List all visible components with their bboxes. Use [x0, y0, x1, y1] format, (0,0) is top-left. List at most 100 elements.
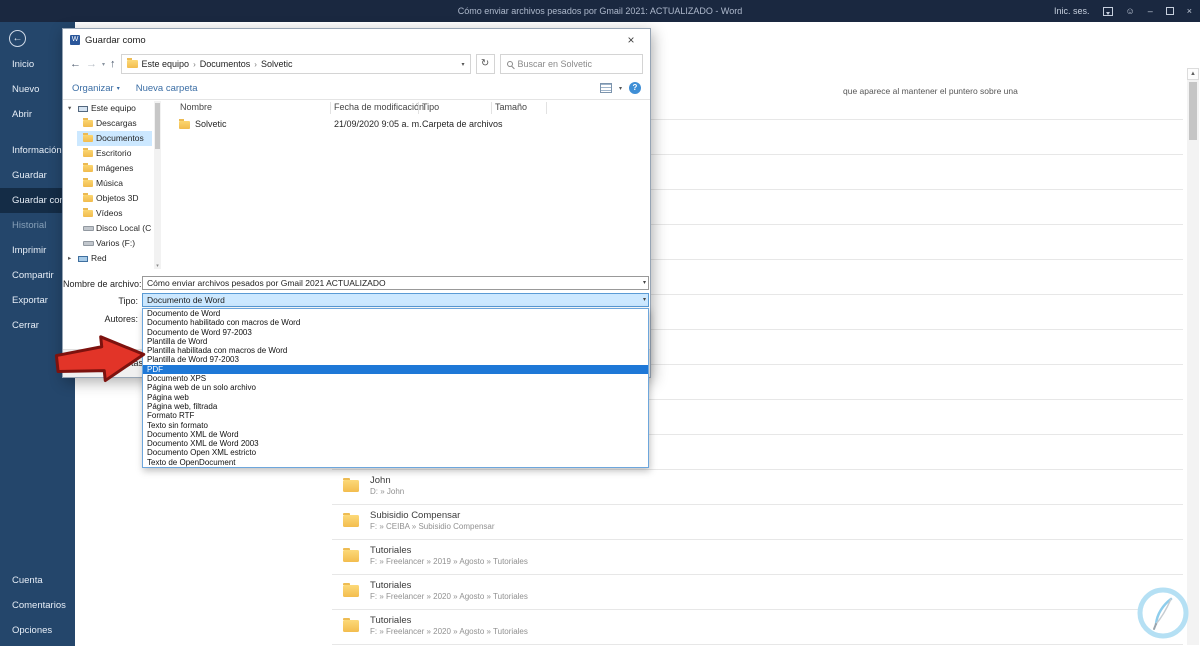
recent-folder-row[interactable]: Tutoriales F: » Freelancer » 2020 » Agost… — [332, 575, 1183, 610]
recent-folder-row[interactable]: Tutoriales F: » Freelancer » 2019 » Agost… — [332, 540, 1183, 575]
filetype-option-documento-de-word[interactable]: Documento de Word — [143, 309, 648, 318]
nav-forward-icon[interactable]: → — [86, 58, 97, 70]
word-backstage-screen: Cómo enviar archivos pesados por Gmail 2… — [0, 0, 1200, 646]
recent-folder-row[interactable]: Tutoriales F: » Freelancer » 2020 » Agost… — [332, 610, 1183, 645]
filetype-option-texto-de-opendocument[interactable]: Texto de OpenDocument — [143, 458, 648, 467]
tree-item-objetos-3d[interactable]: Objetos 3D — [65, 191, 152, 206]
filename-combo-chevron-icon[interactable]: ▾ — [643, 277, 646, 289]
sidebar-item-cuenta[interactable]: Cuenta — [0, 568, 75, 593]
filetype-option-pagina-web-filtrada[interactable]: Página web, filtrada — [143, 402, 648, 411]
filetype-option-pagina-web-de-un-solo-archivo[interactable]: Página web de un solo archivo — [143, 383, 648, 392]
view-mode-chevron-icon[interactable]: ▾ — [619, 85, 622, 92]
folder-icon — [83, 147, 93, 157]
filetype-option-pdf[interactable]: PDF — [143, 364, 648, 375]
breadcrumb-solvetic[interactable]: Solvetic — [261, 59, 293, 69]
tree-item-musica[interactable]: Música — [65, 176, 152, 191]
column-header-nombre[interactable]: Nombre — [180, 102, 212, 112]
tree-item-documentos[interactable]: Documentos — [65, 131, 152, 146]
filetype-option-formato-rtf[interactable]: Formato RTF — [143, 411, 648, 420]
folder-icon — [343, 547, 359, 562]
column-header-tamano[interactable]: Tamaño — [495, 102, 527, 112]
filetype-option-plantilla-de-word[interactable]: Plantilla de Word — [143, 337, 648, 346]
column-header-tipo[interactable]: Tipo — [422, 102, 439, 112]
view-mode-icon[interactable] — [599, 83, 612, 93]
recent-folder-name: Tutoriales — [370, 615, 412, 626]
recent-locations-chevron-icon[interactable]: ▾ — [102, 61, 105, 68]
folder-icon — [83, 192, 93, 202]
filename-input[interactable]: Cómo enviar archivos pesados por Gmail 2… — [142, 276, 649, 290]
scroll-up-icon[interactable]: ▲ — [1187, 68, 1199, 80]
filetype-option-documento-de-word-97-2003[interactable]: Documento de Word 97-2003 — [143, 328, 648, 337]
dialog-title: Guardar como — [85, 34, 146, 46]
minimize-icon[interactable]: – — [1148, 0, 1153, 22]
tree-item-imagenes[interactable]: Imágenes — [65, 161, 152, 176]
filetype-option-plantilla-de-word-97-2003[interactable]: Plantilla de Word 97-2003 — [143, 355, 648, 364]
filetype-option-plantilla-habilitada-con-macros-de-word[interactable]: Plantilla habilitada con macros de Word — [143, 346, 648, 355]
sidebar-item-opciones[interactable]: Opciones — [0, 618, 75, 643]
filetype-option-documento-xml-de-word-2003[interactable]: Documento XML de Word 2003 — [143, 439, 648, 448]
tree-scroll-down-icon[interactable]: ▾ — [154, 263, 161, 269]
folder-tree: ▾ Este equipo Descargas Documentos Escritori… — [65, 101, 152, 269]
breadcrumb-este-equipo[interactable]: Este equipo — [142, 59, 190, 69]
recent-folder-path: F: » Freelancer » 2020 » Agosto » Tutori… — [370, 592, 528, 601]
organize-button[interactable]: Organizar ▾ — [72, 83, 120, 94]
tree-item-descargas[interactable]: Descargas — [65, 116, 152, 131]
filetype-combo-chevron-icon[interactable]: ▾ — [643, 294, 646, 306]
sidebar-group-bottom: Cuenta Comentarios Opciones — [0, 568, 75, 643]
window-scrollbar[interactable]: ▲ — [1187, 68, 1199, 645]
file-row-solvetic[interactable]: Solvetic 21/09/2020 9:05 a. m. Carpeta d… — [164, 118, 649, 133]
search-box[interactable]: Buscar en Solvetic — [499, 54, 643, 74]
tree-item-red[interactable]: ▸ Red — [65, 251, 152, 266]
address-dropdown-chevron-icon[interactable]: ▾ — [462, 61, 465, 68]
column-separator — [491, 102, 492, 114]
file-modified: 21/09/2020 9:05 a. m. — [334, 119, 422, 129]
filetype-option-documento-xps[interactable]: Documento XPS — [143, 374, 648, 383]
tree-item-videos[interactable]: Vídeos — [65, 206, 152, 221]
nav-up-icon[interactable]: ↑ — [110, 58, 116, 70]
folder-icon — [83, 207, 93, 217]
scrollbar-thumb[interactable] — [1189, 82, 1197, 140]
expand-chevron-icon[interactable]: ▸ — [68, 251, 71, 266]
filetype-option-documento-open-xml-estricto[interactable]: Documento Open XML estricto — [143, 448, 648, 457]
filetype-option-pagina-web[interactable]: Página web — [143, 393, 648, 402]
folder-icon — [343, 477, 359, 492]
tree-item-escritorio[interactable]: Escritorio — [65, 146, 152, 161]
address-folder-icon — [126, 58, 138, 68]
signin-button[interactable]: Inic. ses. — [1054, 6, 1090, 16]
tree-scrollbar[interactable]: ▾ — [154, 101, 161, 269]
sidebar-item-comentarios[interactable]: Comentarios — [0, 593, 75, 618]
address-bar[interactable]: Este equipo › Documentos › Solvetic ▾ — [120, 54, 471, 74]
tree-item-este-equipo[interactable]: ▾ Este equipo — [65, 101, 152, 116]
new-folder-button[interactable]: Nueva carpeta — [136, 83, 198, 94]
help-icon[interactable]: ? — [629, 82, 641, 94]
column-separator — [418, 102, 419, 114]
refresh-icon[interactable]: ↻ — [475, 54, 495, 74]
filetype-dropdown[interactable]: Documento de Word ▾ — [142, 293, 649, 307]
collapse-chevron-icon[interactable]: ▾ — [68, 101, 71, 116]
filetype-option-documento-habilitado-con-macros-de-word[interactable]: Documento habilitado con macros de Word — [143, 318, 648, 327]
filetype-option-texto-sin-formato[interactable]: Texto sin formato — [143, 421, 648, 430]
word-app-icon: W — [70, 35, 80, 45]
back-button[interactable]: ← — [9, 30, 26, 47]
breadcrumb-separator: › — [254, 59, 257, 69]
folder-icon — [343, 617, 359, 632]
feedback-smiley-icon[interactable]: ☺ — [1126, 0, 1135, 22]
tree-item-disco-local-c[interactable]: Disco Local (C:) — [65, 221, 152, 236]
folder-icon — [83, 117, 93, 127]
ribbon-display-options-icon[interactable] — [1102, 6, 1113, 16]
close-icon[interactable]: × — [1187, 0, 1192, 22]
recent-folder-path: F: » Freelancer » 2019 » Agosto » Tutori… — [370, 557, 528, 566]
backstage-text-fragment: que aparece al mantener el puntero sobre… — [843, 86, 1018, 96]
column-header-fecha[interactable]: Fecha de modificación — [334, 102, 424, 112]
nav-back-icon[interactable]: ← — [70, 58, 81, 70]
tree-item-varios-f[interactable]: Varios (F:) — [65, 236, 152, 251]
recent-folder-row[interactable]: John D: » John — [332, 470, 1183, 505]
recent-folder-row[interactable]: Subisidio Compensar F: » CEIBA » Subisidi… — [332, 505, 1183, 540]
filetype-option-documento-xml-de-word[interactable]: Documento XML de Word — [143, 430, 648, 439]
dialog-close-icon[interactable]: × — [619, 33, 643, 47]
tree-item-label: Música — [96, 178, 123, 188]
restore-icon[interactable] — [1165, 7, 1174, 15]
tree-item-label: Disco Local (C:) — [96, 223, 152, 233]
breadcrumb-documentos[interactable]: Documentos — [200, 59, 251, 69]
tree-scrollbar-thumb[interactable] — [155, 103, 160, 149]
